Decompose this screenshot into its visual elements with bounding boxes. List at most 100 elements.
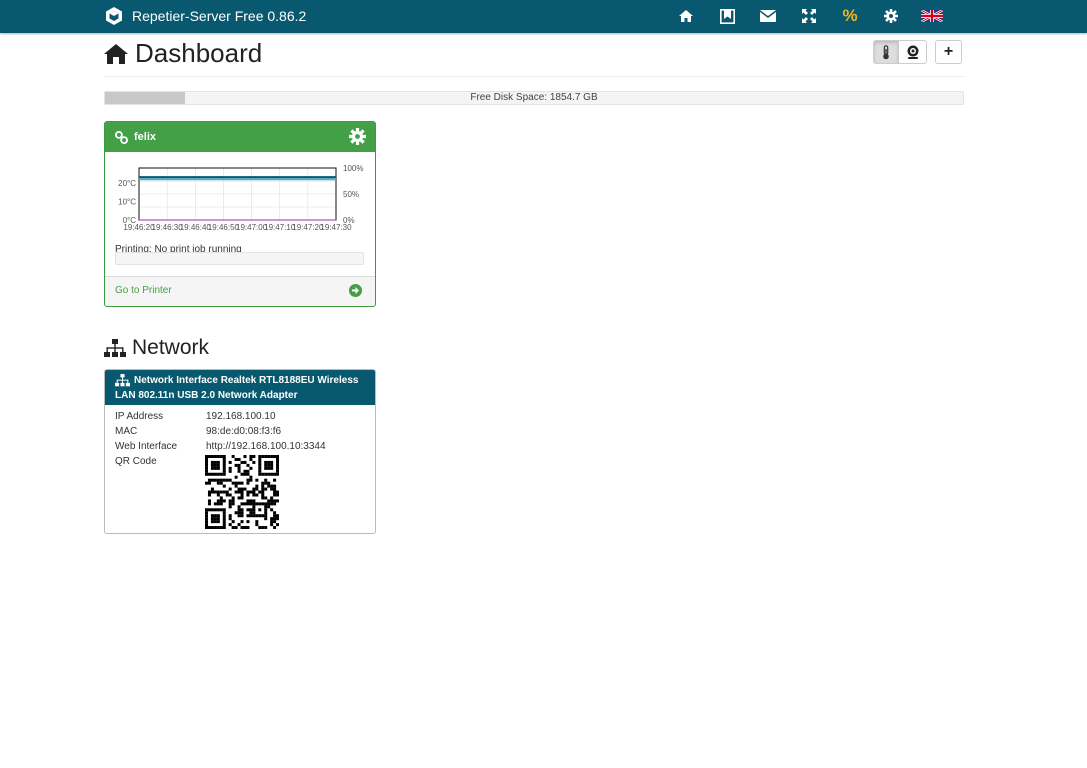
envelope-icon[interactable] xyxy=(757,5,779,27)
qr-module xyxy=(258,502,262,506)
qr-module xyxy=(216,517,220,521)
qr-module xyxy=(246,463,250,467)
qr-module xyxy=(210,466,214,470)
qr-module xyxy=(252,508,256,512)
qr-module xyxy=(264,472,268,476)
qr-module xyxy=(213,478,217,482)
qr-module xyxy=(207,481,211,485)
qr-module xyxy=(267,463,271,467)
qr-module xyxy=(273,517,277,521)
qr-module xyxy=(216,478,220,482)
flag-uk-icon[interactable] xyxy=(921,5,943,27)
chart-y-right-tick-label: 100% xyxy=(343,164,363,173)
qr-module xyxy=(264,508,268,512)
qr-module xyxy=(252,505,256,509)
qr-module xyxy=(270,484,274,488)
webcam-view-button[interactable] xyxy=(899,40,927,64)
qr-module xyxy=(261,455,265,459)
qr-module xyxy=(234,457,238,461)
qr-module xyxy=(207,502,211,506)
qr-module xyxy=(255,520,259,524)
go-to-printer-link[interactable]: Go to Printer xyxy=(115,285,172,296)
qr-module xyxy=(210,514,214,518)
fullscreen-icon[interactable] xyxy=(798,5,820,27)
qr-module xyxy=(228,487,232,491)
qr-module xyxy=(273,511,277,515)
qr-module xyxy=(261,493,265,497)
qr-module xyxy=(273,490,277,494)
qr-module xyxy=(205,469,209,473)
qr-module xyxy=(270,487,274,491)
page-title: Dashboard xyxy=(104,38,262,69)
qr-module xyxy=(258,469,262,473)
qr-module xyxy=(219,478,223,482)
qr-module xyxy=(255,487,259,491)
qr-module xyxy=(219,526,223,529)
qr-module xyxy=(231,499,235,503)
qr-module xyxy=(213,460,217,464)
qr-module xyxy=(270,496,274,500)
qr-module xyxy=(216,472,220,476)
qr-module xyxy=(213,520,217,524)
qr-module xyxy=(222,526,226,529)
printer-name[interactable]: felix xyxy=(134,131,156,143)
network-section-label: Network xyxy=(132,336,210,359)
sitemap-icon xyxy=(104,338,126,357)
qr-module xyxy=(273,499,277,503)
qr-module xyxy=(240,487,244,491)
qr-module xyxy=(222,478,226,482)
qr-module xyxy=(246,502,250,506)
qr-module xyxy=(207,526,211,529)
qr-module xyxy=(270,517,274,521)
bookmark-icon[interactable] xyxy=(716,5,738,27)
qr-module xyxy=(270,502,274,506)
qr-module xyxy=(210,455,214,459)
qr-module xyxy=(213,455,217,459)
qr-module xyxy=(225,493,229,497)
qr-module xyxy=(205,508,209,512)
qr-module xyxy=(246,478,250,482)
qr-module xyxy=(276,490,279,494)
qr-module xyxy=(219,472,223,476)
temperature-view-button[interactable] xyxy=(873,40,899,64)
qr-module xyxy=(246,493,250,497)
printer-card: felix 20°C 10°C 0°C 100% 50% 0% 19:46:20 19:46:… xyxy=(104,121,376,307)
qr-module xyxy=(216,520,220,524)
qr-module xyxy=(252,487,256,491)
qr-module xyxy=(205,460,209,464)
qr-module xyxy=(267,484,271,488)
qr-module xyxy=(219,481,223,485)
qr-module xyxy=(258,490,262,494)
qr-module xyxy=(252,455,256,459)
qr-module xyxy=(246,499,250,503)
gear-icon[interactable] xyxy=(880,5,902,27)
qr-module xyxy=(210,520,214,524)
arrow-circle-right-icon[interactable] xyxy=(349,284,362,297)
printer-card-footer[interactable]: Go to Printer xyxy=(105,276,375,306)
webcam-icon xyxy=(907,45,918,59)
home-icon[interactable] xyxy=(675,5,697,27)
add-button[interactable]: + xyxy=(935,40,962,64)
qr-module xyxy=(228,517,232,521)
qr-module xyxy=(207,499,211,503)
gear-icon[interactable] xyxy=(349,128,366,145)
qr-module xyxy=(222,469,226,473)
qr-module xyxy=(273,484,277,488)
qr-module xyxy=(249,466,253,470)
qr-module xyxy=(231,526,235,529)
percent-icon[interactable]: % xyxy=(839,5,861,27)
qr-module xyxy=(237,505,241,509)
qr-module xyxy=(222,455,226,459)
qr-module xyxy=(261,472,265,476)
qr-module xyxy=(273,472,277,476)
qr-code-label: QR Code xyxy=(115,456,157,467)
qr-module xyxy=(264,511,268,515)
web-interface-value[interactable]: http://192.168.100.10:3344 xyxy=(206,439,326,454)
qr-module xyxy=(207,508,211,512)
qr-module xyxy=(210,463,214,467)
qr-module xyxy=(205,481,209,485)
printer-card-header: felix xyxy=(105,122,375,152)
qr-module xyxy=(234,526,238,529)
brand[interactable]: Repetier-Server Free 0.86.2 xyxy=(104,5,306,27)
qr-module xyxy=(261,526,265,529)
